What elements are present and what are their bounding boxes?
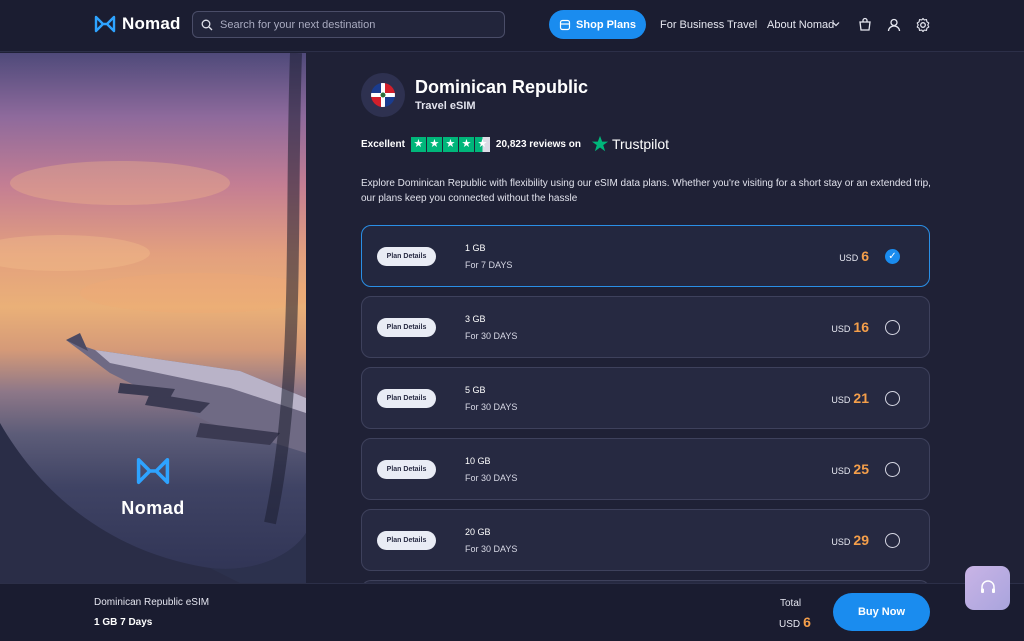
nomad-logo-icon: [136, 458, 170, 484]
gear-icon[interactable]: [915, 17, 931, 33]
star-icon: ★: [426, 136, 442, 152]
plan-price: USD 29: [831, 532, 869, 548]
hero-logo: Nomad: [0, 455, 306, 519]
plan-card-1gb[interactable]: Plan Details 1 GB For 7 DAYS USD 6 ✓: [361, 225, 930, 287]
plan-price-value: 25: [853, 461, 869, 477]
shop-plans-button[interactable]: Shop Plans: [549, 10, 646, 39]
plan-duration: For 30 DAYS: [465, 331, 518, 341]
plan-price-value: 29: [853, 532, 869, 548]
plan-duration: For 30 DAYS: [465, 402, 518, 412]
plan-price-value: 16: [853, 319, 869, 335]
plan-currency: USD: [831, 395, 851, 405]
dominican-republic-flag-icon: [371, 83, 395, 107]
plan-details-button[interactable]: Plan Details: [377, 318, 436, 337]
product-subtitle: Travel eSIM: [415, 100, 476, 112]
plan-radio[interactable]: [885, 391, 900, 406]
plan-price: USD 21: [831, 390, 869, 406]
plan-duration: For 30 DAYS: [465, 473, 518, 483]
support-chat-button[interactable]: [965, 566, 1010, 610]
nomad-logo-icon: [94, 15, 116, 33]
half-star-icon: ★: [474, 136, 490, 152]
total-price: USD 6: [779, 614, 811, 630]
plan-details-button[interactable]: Plan Details: [377, 531, 436, 550]
rating-stars: ★ ★ ★ ★ ★: [410, 136, 490, 152]
total-price-value: 6: [803, 614, 811, 630]
plan-details-button[interactable]: Plan Details: [377, 247, 436, 266]
plan-radio[interactable]: [885, 462, 900, 477]
search-icon: [201, 19, 213, 30]
shop-plans-label: Shop Plans: [576, 18, 636, 31]
plan-price: USD 25: [831, 461, 869, 477]
trustpilot-star-icon: [591, 135, 609, 152]
buy-now-button[interactable]: Buy Now: [833, 593, 930, 631]
trustpilot-label: Trustpilot: [611, 136, 670, 152]
top-navigation-bar: Nomad Shop Plans For Business Travel Abo…: [0, 0, 1024, 52]
nav-travel[interactable]: Travel: [727, 19, 757, 31]
star-icon: ★: [458, 136, 474, 152]
plan-radio-checked-icon[interactable]: ✓: [885, 249, 900, 264]
trustpilot-rating[interactable]: Excellent ★ ★ ★ ★ ★ 20,823 reviews on Tr…: [361, 135, 669, 153]
search-bar[interactable]: [192, 11, 505, 38]
checkout-selected-plan: 1 GB 7 Days: [94, 617, 153, 628]
plan-card-20gb[interactable]: Plan Details 20 GB For 30 DAYS USD 29: [361, 509, 930, 571]
total-currency: USD: [779, 619, 801, 630]
store-icon: [559, 19, 571, 30]
plan-data: 1 GB: [465, 243, 486, 253]
plan-radio[interactable]: [885, 320, 900, 335]
total-label: Total: [780, 598, 802, 609]
plan-currency: USD: [831, 466, 851, 476]
product-description: Explore Dominican Republic with flexibil…: [361, 178, 931, 204]
rating-label: Excellent: [361, 138, 405, 150]
plan-price-value: 21: [853, 390, 869, 406]
nav-for-business[interactable]: For Business: [660, 19, 724, 31]
plan-currency: USD: [839, 253, 859, 263]
plan-data: 10 GB: [465, 456, 491, 466]
plan-card-3gb[interactable]: Plan Details 3 GB For 30 DAYS USD 16: [361, 296, 930, 358]
checkout-bar: Dominican Republic eSIM 1 GB 7 Days Tota…: [0, 583, 1024, 641]
plan-currency: USD: [831, 324, 851, 334]
chevron-down-icon[interactable]: [832, 20, 840, 28]
plan-card-10gb[interactable]: Plan Details 10 GB For 30 DAYS USD 25: [361, 438, 930, 500]
plan-price-value: 6: [861, 248, 869, 264]
plan-duration: For 7 DAYS: [465, 260, 513, 270]
star-icon: ★: [410, 136, 426, 152]
headset-icon: [980, 580, 995, 593]
logo-text: Nomad: [122, 14, 181, 33]
plan-duration: For 30 DAYS: [465, 544, 518, 554]
plan-price: USD 16: [831, 319, 869, 335]
trustpilot-logo: Trustpilot: [591, 135, 669, 153]
star-icon: ★: [442, 136, 458, 152]
plan-currency: USD: [831, 537, 851, 547]
checkout-product-name: Dominican Republic eSIM: [94, 597, 210, 608]
plan-details-button[interactable]: Plan Details: [377, 460, 436, 479]
nomad-logo[interactable]: Nomad: [94, 14, 181, 34]
plan-radio[interactable]: [885, 533, 900, 548]
plan-data: 3 GB: [465, 314, 486, 324]
search-input[interactable]: [220, 18, 490, 31]
nav-about-nomad[interactable]: About Nomad: [767, 19, 834, 31]
plan-data: 20 GB: [465, 527, 491, 537]
country-flag: [361, 73, 405, 117]
plan-price: USD 6: [839, 248, 869, 264]
plan-card-5gb[interactable]: Plan Details 5 GB For 30 DAYS USD 21: [361, 367, 930, 429]
country-title: Dominican Republic: [415, 77, 589, 97]
plan-data: 5 GB: [465, 385, 486, 395]
reviews-count: 20,823 reviews on: [495, 138, 581, 150]
cart-icon[interactable]: [857, 17, 873, 33]
hero-logo-text: Nomad: [121, 498, 185, 518]
hero-image: Nomad: [0, 53, 306, 583]
plan-details-button[interactable]: Plan Details: [377, 389, 436, 408]
user-icon[interactable]: [886, 17, 902, 33]
